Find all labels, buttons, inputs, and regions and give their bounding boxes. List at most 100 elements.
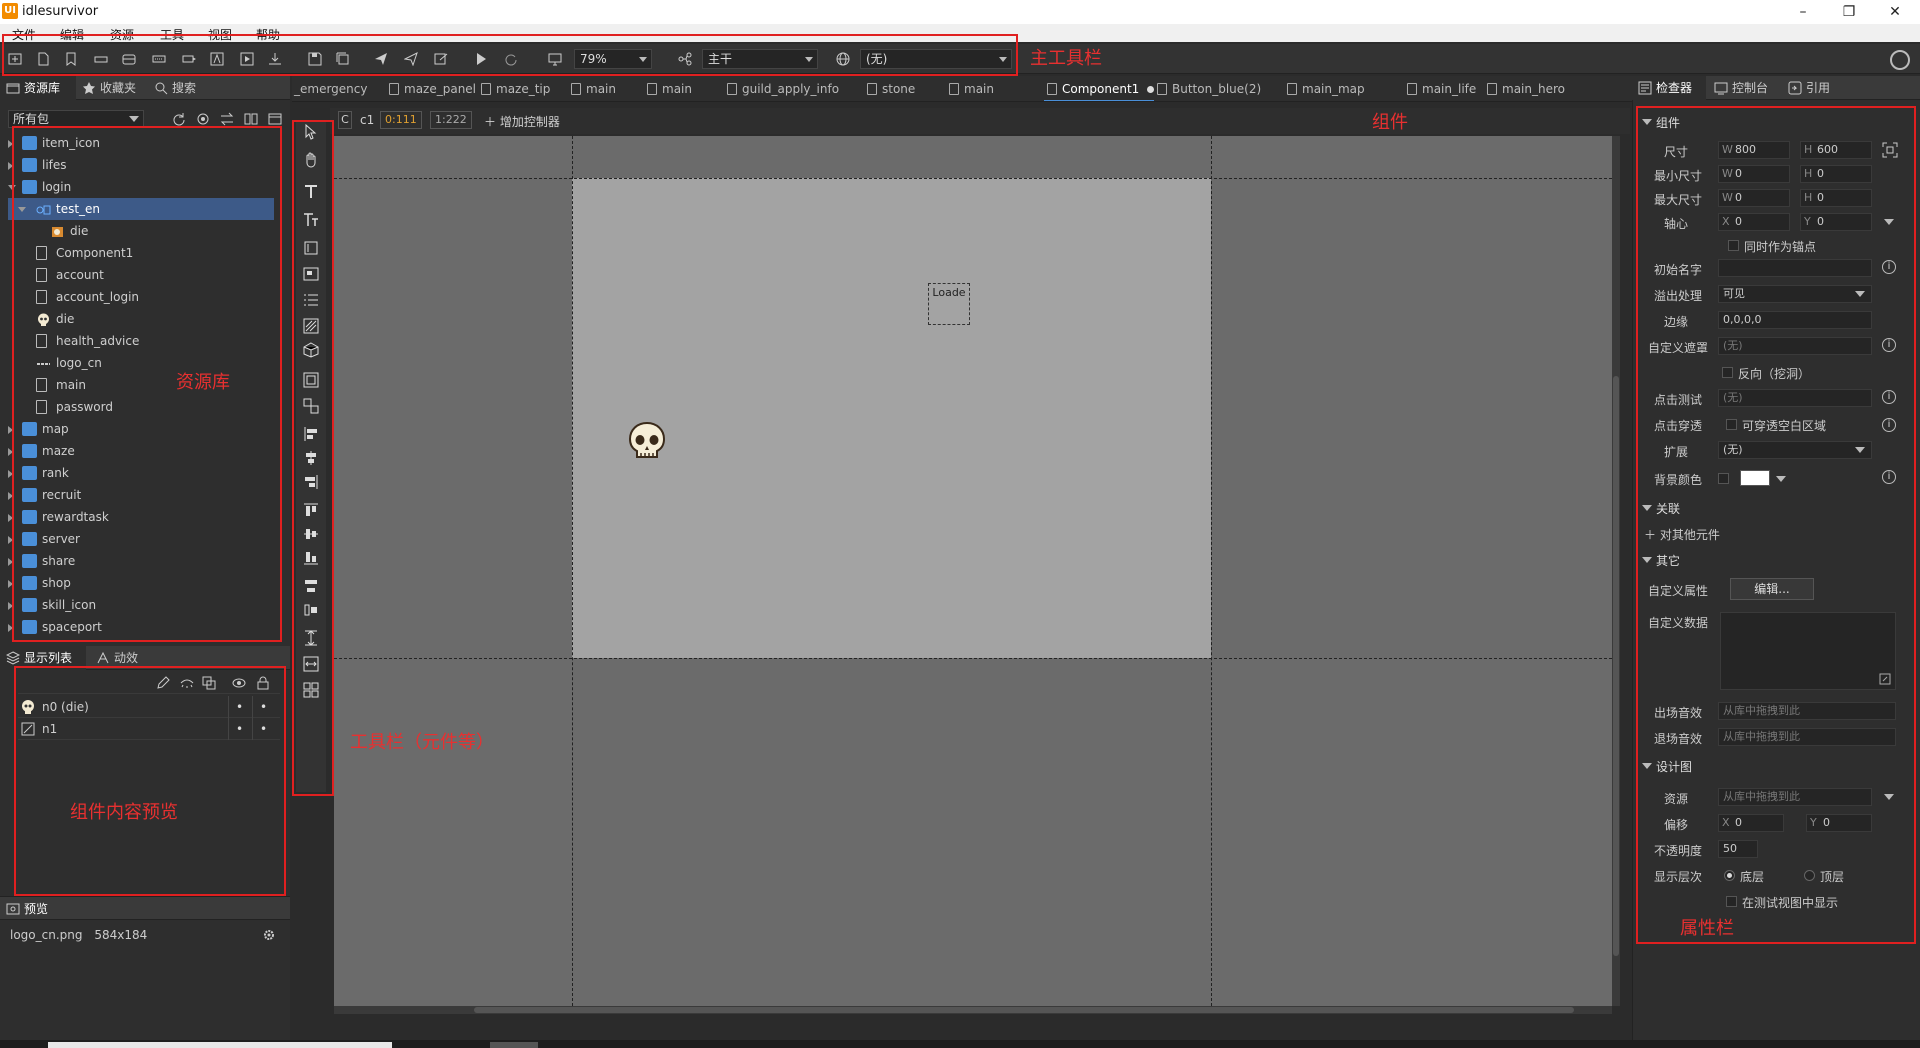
add-relation-button[interactable]: ＋ 对其他元件 (1644, 526, 1720, 543)
info-icon[interactable]: i (1882, 338, 1896, 352)
pivot-y-field[interactable]: Y0 (1800, 213, 1872, 231)
chevron-right-icon[interactable] (8, 624, 13, 632)
info-icon[interactable]: i (1882, 418, 1896, 432)
scrollbar-thumb[interactable] (474, 1007, 1574, 1013)
visibility-toggle[interactable]: • (228, 718, 250, 740)
align-center-icon[interactable] (303, 450, 319, 466)
view-mode-icon[interactable] (266, 110, 284, 128)
tree-item[interactable]: test_en (8, 198, 274, 220)
loader-element[interactable]: Loade (928, 283, 970, 325)
language-select[interactable]: (无) (860, 49, 1012, 69)
tab-library[interactable]: 资源库 (0, 76, 76, 100)
tab-search[interactable]: 搜索 (148, 76, 208, 100)
chevron-down-icon[interactable] (1884, 219, 1894, 225)
tree-item[interactable]: map (8, 418, 274, 440)
tab-favorites[interactable]: 收藏夹 (76, 76, 146, 100)
section-component[interactable]: 组件 (1642, 114, 1680, 131)
eye-icon[interactable] (230, 674, 248, 692)
tree-item[interactable]: item_icon (8, 132, 274, 154)
maximize-button[interactable]: ❐ (1834, 2, 1864, 22)
close-button[interactable]: ✕ (1880, 2, 1910, 22)
align-middle-icon[interactable] (303, 526, 319, 542)
publish-settings-icon[interactable] (432, 50, 450, 68)
chevron-right-icon[interactable] (8, 558, 13, 566)
taskbar-search[interactable] (48, 1042, 392, 1048)
controller-page[interactable]: 1:222 (430, 111, 472, 129)
document-tab[interactable]: main_hero (1484, 76, 1565, 101)
refresh-library-icon[interactable] (170, 110, 188, 128)
group-tool-icon[interactable] (303, 372, 319, 388)
menu-file[interactable]: 文件 (12, 26, 36, 43)
tree-item[interactable]: health_advice (8, 330, 274, 352)
info-icon[interactable]: i (1882, 470, 1896, 484)
info-icon[interactable]: i (1882, 390, 1896, 404)
click-through-checkbox[interactable] (1726, 419, 1737, 430)
margin-field[interactable]: 0,0,0,0 (1718, 311, 1872, 329)
refresh-icon[interactable] (502, 50, 520, 68)
new-button-icon[interactable] (120, 50, 138, 68)
chevron-right-icon[interactable] (8, 140, 13, 148)
distribute-v-icon[interactable] (303, 602, 319, 618)
tree-item[interactable]: die (8, 308, 274, 330)
hit-test-field[interactable]: (无) (1718, 389, 1872, 407)
branch-select[interactable]: 主干 (702, 49, 818, 69)
same-height-icon[interactable] (303, 630, 319, 646)
tree-item[interactable]: server (8, 528, 274, 550)
visibility-toggle[interactable]: • (228, 696, 250, 718)
chevron-right-icon[interactable] (8, 426, 13, 434)
section-relation[interactable]: 关联 (1642, 500, 1680, 517)
enter-sound-field[interactable]: 从库中拖拽到此 (1718, 702, 1896, 720)
minimize-button[interactable]: – (1788, 2, 1818, 22)
edit-icon[interactable] (154, 674, 172, 692)
tree-item[interactable]: Component1 (8, 242, 274, 264)
document-tab[interactable]: main_life (1404, 76, 1476, 101)
same-width-icon[interactable] (303, 656, 319, 672)
document-tab[interactable]: guild_apply_info (724, 76, 839, 101)
chevron-right-icon[interactable] (8, 448, 13, 456)
align-top-icon[interactable] (303, 502, 319, 518)
align-left-icon[interactable] (303, 426, 319, 442)
grid-icon[interactable] (303, 682, 319, 698)
displaylist-row[interactable]: n1 • • (18, 718, 280, 740)
menu-edit[interactable]: 编辑 (60, 26, 84, 43)
tab-transitions[interactable]: 动效 (90, 646, 150, 670)
reverse-mask-checkbox[interactable] (1722, 367, 1733, 378)
publish-icon[interactable] (372, 50, 390, 68)
document-tab[interactable]: _emergency (292, 76, 367, 101)
document-tab[interactable]: main_map (1284, 76, 1365, 101)
zoom-select[interactable]: 79% (574, 49, 652, 69)
align-right-icon[interactable] (303, 474, 319, 490)
pivot-x-field[interactable]: X0 (1718, 213, 1790, 231)
save-icon[interactable] (306, 50, 324, 68)
richtext-tool-icon[interactable] (303, 212, 319, 228)
menu-tools[interactable]: 工具 (160, 26, 184, 43)
list-tool-icon[interactable] (303, 292, 319, 308)
min-height-field[interactable]: H0 (1800, 165, 1872, 183)
tree-item[interactable]: main (8, 374, 274, 396)
gear-icon[interactable] (260, 926, 278, 944)
chevron-down-icon[interactable] (18, 207, 26, 212)
hide-icon[interactable] (178, 674, 196, 692)
publish-all-icon[interactable] (402, 50, 420, 68)
tree-item[interactable]: maze (8, 440, 274, 462)
scrollbar-thumb[interactable] (1613, 376, 1619, 956)
image-tool-icon[interactable] (303, 266, 319, 282)
show-in-test-checkbox[interactable] (1726, 896, 1737, 907)
document-tab[interactable]: Button_blue(2) (1154, 76, 1261, 101)
height-field[interactable]: H 600 (1800, 141, 1872, 159)
graph-tool-icon[interactable] (303, 342, 319, 358)
document-tab[interactable]: main (568, 76, 616, 101)
chevron-down-icon[interactable] (8, 185, 16, 190)
chevron-right-icon[interactable] (8, 536, 13, 544)
chevron-right-icon[interactable] (8, 162, 13, 170)
min-width-field[interactable]: W0 (1718, 165, 1790, 183)
tab-references[interactable]: 引用 (1782, 76, 1842, 100)
user-avatar-icon[interactable] (1890, 50, 1910, 70)
monitor-icon[interactable] (546, 50, 564, 68)
tree-item[interactable]: password (8, 396, 274, 418)
layer-bottom-radio[interactable] (1724, 870, 1735, 881)
taskbar-item[interactable] (490, 1042, 538, 1048)
locate-icon[interactable] (194, 110, 212, 128)
tree-item[interactable]: login (8, 176, 274, 198)
text-tool-icon[interactable] (303, 184, 319, 200)
